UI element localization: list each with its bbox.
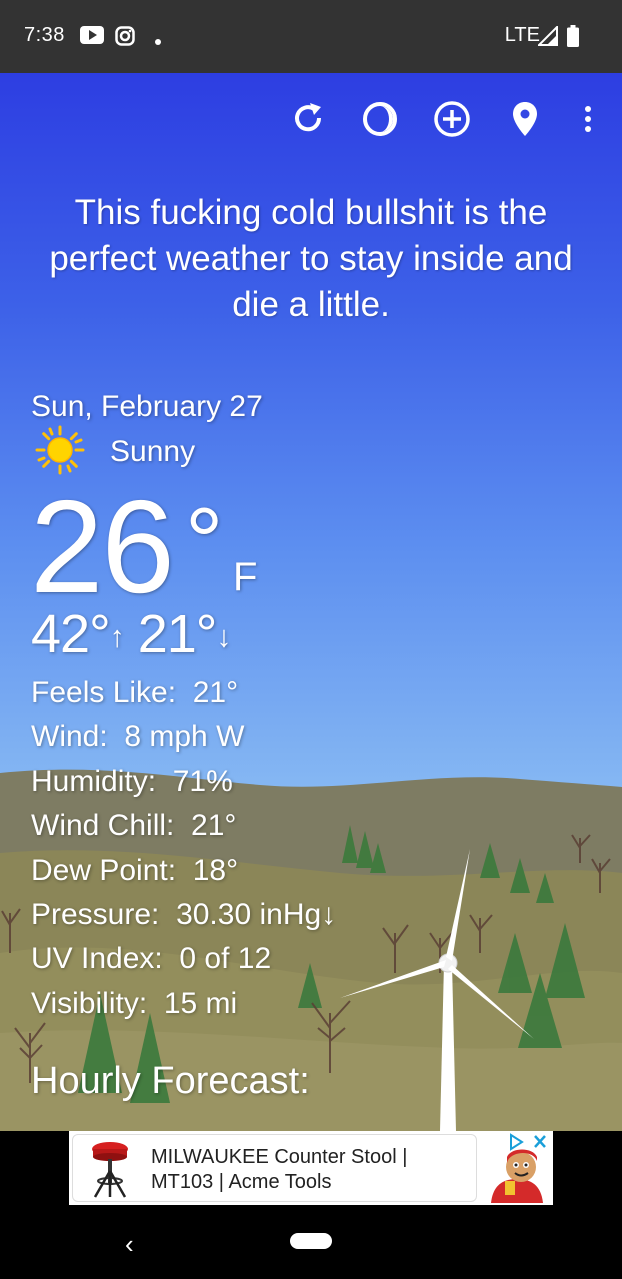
low-arrow-icon: ↓ (216, 620, 231, 654)
low-temperature: 21° (137, 604, 218, 664)
ad-card[interactable]: MILWAUKEE Counter Stool | MT103 | Acme T… (72, 1134, 477, 1202)
toolbar (0, 99, 622, 139)
ad-mascot-image (485, 1145, 547, 1208)
weather-quote: This fucking cold bullshit is the perfec… (49, 193, 573, 324)
ad-text-line-1: MILWAUKEE Counter Stool | (151, 1146, 408, 1168)
signal-icon (536, 24, 558, 51)
degree-symbol: ° (185, 488, 224, 595)
more-options-icon[interactable] (568, 99, 608, 139)
condition-text: Sunny (110, 435, 196, 468)
detail-pressure: Pressure: 30.30 inHg↓ (31, 898, 337, 932)
refresh-icon[interactable] (288, 99, 328, 139)
sun-icon (34, 424, 86, 481)
detail-uv-index: UV Index: 0 of 12 (31, 942, 272, 976)
battery-icon (567, 25, 579, 52)
back-button[interactable]: ‹ (125, 1229, 134, 1260)
high-temperature: 42° (31, 604, 111, 664)
detail-humidity: Humidity: 71% (31, 764, 233, 798)
temperature-unit: F (233, 555, 258, 599)
notification-dot-icon (154, 33, 162, 51)
detail-wind-chill: Wind Chill: 21° (31, 809, 237, 843)
ad-banner[interactable]: MILWAUKEE Counter Stool | MT103 | Acme T… (69, 1131, 553, 1205)
instagram-icon (115, 26, 135, 51)
navigation-bar: ‹ (0, 1215, 622, 1279)
youtube-icon (80, 26, 104, 49)
add-location-icon[interactable] (432, 99, 472, 139)
weather-main: This fucking cold bullshit is the perfec… (0, 73, 622, 1131)
theme-icon[interactable] (360, 99, 400, 139)
detail-wind: Wind: 8 mph W (31, 720, 245, 754)
current-temperature: 26 (30, 473, 175, 620)
forecast-date: Sun, February 27 (31, 390, 263, 423)
detail-visibility: Visibility: 15 mi (31, 986, 238, 1020)
stool-product-image (87, 1141, 133, 1204)
status-bar: 7:38 LTE (0, 0, 622, 73)
hourly-forecast-title: Hourly Forecast: (31, 1060, 310, 1102)
high-low-temperature: 42°↑ 21°↓ (31, 603, 231, 665)
status-time: 7:38 (24, 24, 65, 46)
ad-text[interactable]: MILWAUKEE Counter Stool | MT103 | Acme T… (151, 1145, 407, 1195)
high-arrow-icon: ↑ (109, 620, 125, 654)
status-network: LTE (504, 24, 540, 46)
detail-feels-like: Feels Like: 21° (31, 676, 239, 709)
ad-banner-area: MILWAUKEE Counter Stool | MT103 | Acme T… (0, 1131, 622, 1215)
home-button[interactable] (290, 1233, 332, 1249)
location-pin-icon[interactable] (505, 99, 545, 139)
ad-text-line-2: MT103 | Acme Tools (151, 1171, 332, 1193)
weather-details: Feels Like: 21° Wind: 8 mph W Humidity: … (31, 671, 336, 1026)
condition-row: Sunny (34, 425, 196, 474)
detail-dew-point: Dew Point: 18° (31, 853, 239, 887)
